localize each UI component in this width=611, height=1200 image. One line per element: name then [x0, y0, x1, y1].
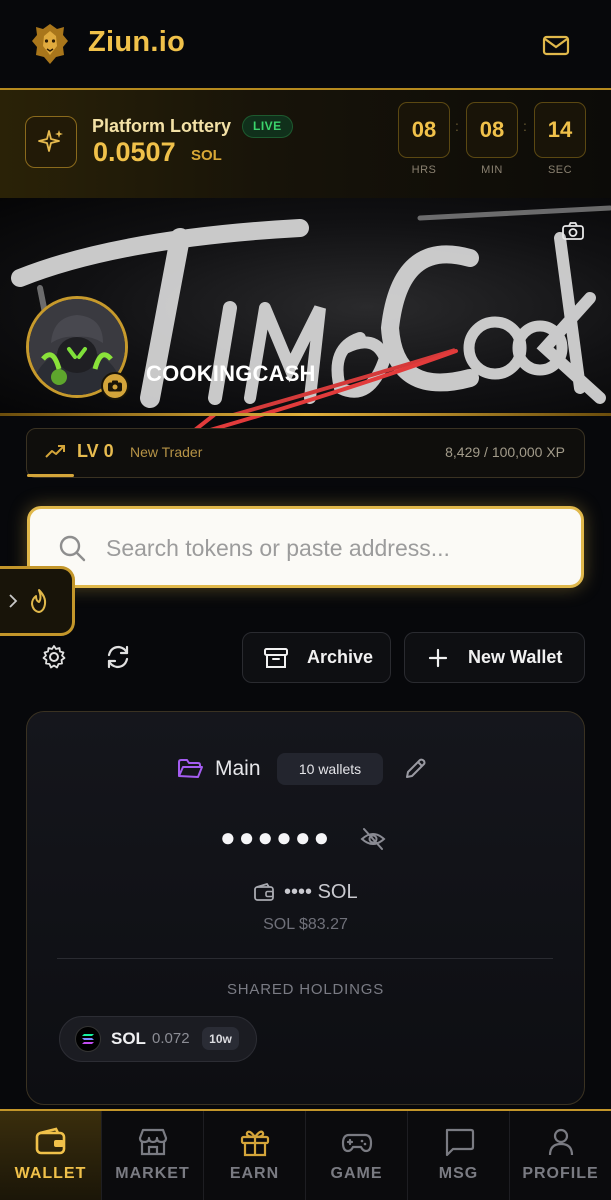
- nav-wallet[interactable]: WALLET: [0, 1111, 102, 1200]
- flame-icon: [31, 589, 47, 613]
- xp-progress-fill: [27, 474, 74, 477]
- lottery-bar: [0, 88, 611, 198]
- gear-icon[interactable]: [40, 643, 68, 671]
- timer-minutes: 08: [466, 102, 518, 158]
- holding-amount: 0.072: [152, 1030, 190, 1047]
- archive-icon: [264, 647, 288, 668]
- timer-separator: :: [523, 118, 527, 134]
- refresh-icon[interactable]: [104, 643, 132, 671]
- xp-count: 8,429 / 100,000 XP: [445, 444, 565, 460]
- archive-button[interactable]: Archive: [242, 632, 391, 683]
- timer-separator: :: [455, 118, 459, 134]
- nav-label: MSG: [438, 1165, 479, 1182]
- avatar-camera-icon[interactable]: [101, 372, 129, 400]
- trending-up-icon: [45, 445, 65, 458]
- card-divider: [57, 958, 553, 959]
- wallet-count-badge: 10 wallets: [277, 753, 383, 785]
- nav-profile[interactable]: PROFILE: [510, 1111, 611, 1200]
- store-icon: [138, 1128, 167, 1156]
- wallet-icon: [35, 1127, 65, 1155]
- sol-price: SOL $83.27: [263, 916, 348, 933]
- lottery-unit: SOL: [191, 147, 222, 164]
- balance-hidden: ●●●●●●: [220, 822, 333, 852]
- plus-icon: [428, 648, 448, 667]
- lottery-amount: 0.0507: [93, 137, 176, 167]
- camera-icon[interactable]: [560, 220, 586, 242]
- banner-divider: [0, 413, 611, 416]
- side-drawer-tab[interactable]: [0, 566, 75, 636]
- timer-hours: 08: [398, 102, 450, 158]
- gamepad-icon: [341, 1133, 372, 1153]
- holding-symbol: SOL: [111, 1029, 146, 1048]
- nav-market[interactable]: MARKET: [102, 1111, 204, 1200]
- nav-label: GAME: [330, 1165, 383, 1182]
- holding-wallet-count: 10w: [202, 1027, 239, 1050]
- nav-label: EARN: [229, 1165, 280, 1182]
- brand-name: Ziun.io: [88, 26, 186, 58]
- nav-msg[interactable]: MSG: [408, 1111, 510, 1200]
- wallet-icon: [254, 883, 274, 901]
- user-icon: [548, 1128, 573, 1156]
- timer-seconds: 14: [534, 102, 586, 158]
- username: COOKINGCASH: [146, 361, 316, 386]
- chevron-right-icon: [9, 594, 18, 608]
- lottery-title: Platform Lottery: [92, 116, 232, 136]
- message-icon: [445, 1128, 474, 1157]
- mail-icon[interactable]: [538, 30, 574, 60]
- eye-off-icon[interactable]: [359, 825, 387, 853]
- nav-label: PROFILE: [522, 1165, 599, 1182]
- timer-minutes-label: MIN: [481, 164, 503, 176]
- lion-logo-icon[interactable]: [30, 22, 70, 66]
- folder-open-icon: [178, 759, 203, 778]
- nav-game[interactable]: GAME: [306, 1111, 408, 1200]
- edit-icon[interactable]: [402, 756, 428, 782]
- shared-holdings-label: SHARED HOLDINGS: [226, 981, 385, 998]
- sol-balance-hidden: •••• SOL: [284, 881, 358, 903]
- nav-label: MARKET: [115, 1165, 190, 1182]
- timer-hours-label: HRS: [411, 164, 437, 176]
- live-badge: LIVE: [242, 115, 293, 138]
- search-input[interactable]: [106, 528, 556, 568]
- gift-icon: [240, 1130, 269, 1157]
- new-wallet-button[interactable]: New Wallet: [404, 632, 585, 683]
- wallet-group-name: Main: [215, 757, 261, 780]
- new-wallet-label: New Wallet: [468, 647, 563, 667]
- solana-icon: [75, 1026, 101, 1052]
- level-rank: New Trader: [130, 444, 203, 460]
- nav-label: WALLET: [14, 1165, 87, 1182]
- timer-seconds-label: SEC: [547, 164, 573, 176]
- search-icon: [59, 535, 86, 562]
- archive-label: Archive: [307, 647, 374, 667]
- sparkle-icon[interactable]: [25, 116, 77, 168]
- nav-earn[interactable]: EARN: [204, 1111, 306, 1200]
- level-label: LV 0: [77, 441, 114, 461]
